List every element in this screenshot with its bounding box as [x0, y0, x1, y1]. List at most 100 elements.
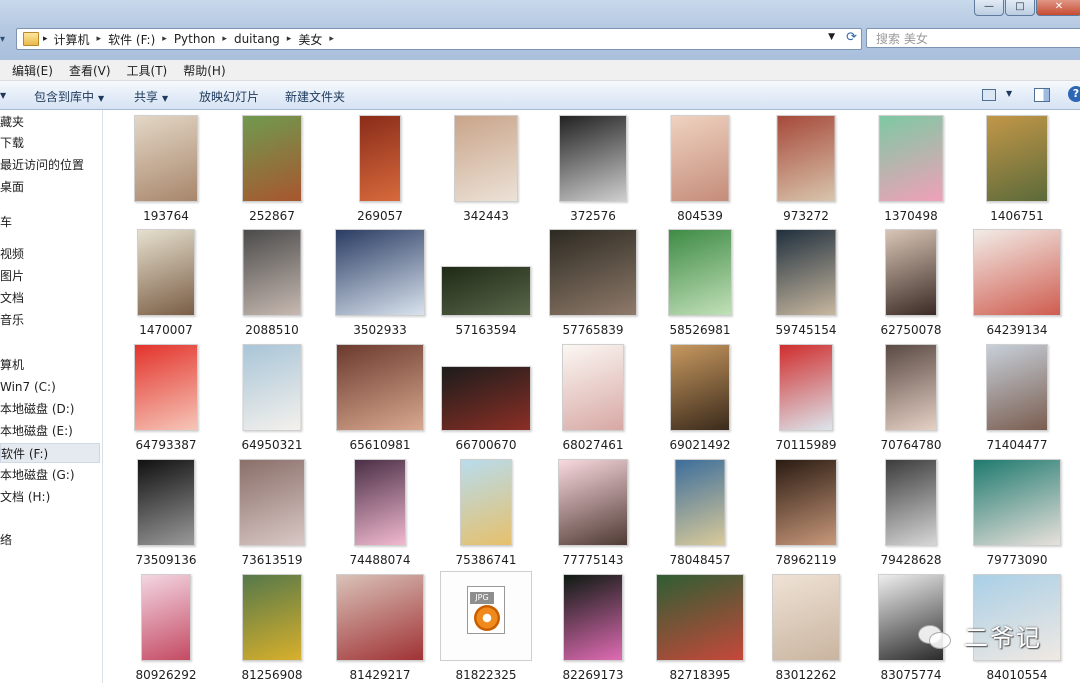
- file-item[interactable]: 269057: [327, 110, 433, 224]
- menu-edit[interactable]: 编辑(E): [12, 62, 53, 79]
- help-icon[interactable]: ?: [1068, 86, 1080, 102]
- file-item[interactable]: 73509136: [113, 454, 219, 568]
- change-view-icon[interactable]: [982, 89, 996, 101]
- file-item[interactable]: 62750078: [858, 224, 964, 338]
- breadcrumb-item[interactable]: duitang ▸: [234, 31, 298, 48]
- file-item[interactable]: 2088510: [219, 224, 325, 338]
- chevron-right-icon[interactable]: ▸: [287, 34, 292, 44]
- file-item[interactable]: 804539: [647, 110, 753, 224]
- minimize-button[interactable]: —: [974, 0, 1004, 16]
- share-button[interactable]: 共享 ▼: [134, 88, 168, 105]
- file-item[interactable]: 342443: [433, 110, 539, 224]
- file-item[interactable]: 79773090: [964, 454, 1070, 568]
- file-item[interactable]: 1406751: [964, 110, 1070, 224]
- nav-item[interactable]: 本地磁盘 (E:): [0, 421, 100, 441]
- menu-view[interactable]: 查看(V): [69, 62, 111, 79]
- nav-item[interactable]: 本地磁盘 (G:): [0, 465, 100, 485]
- breadcrumb-item[interactable]: 软件 (F:) ▸: [108, 31, 174, 48]
- menu-help[interactable]: 帮助(H): [183, 62, 225, 79]
- image-thumbnail: [775, 229, 837, 316]
- nav-item[interactable]: 视频: [0, 244, 100, 264]
- chevron-right-icon[interactable]: ▸: [329, 34, 334, 44]
- nav-item[interactable]: 络: [0, 530, 100, 550]
- file-item[interactable]: 83012262: [753, 569, 859, 683]
- file-item[interactable]: 252867: [219, 110, 325, 224]
- breadcrumb-item[interactable]: 计算机 ▸: [54, 31, 109, 48]
- nav-item[interactable]: 桌面: [0, 177, 100, 197]
- file-name: 81256908: [241, 668, 303, 682]
- file-item[interactable]: 69021492: [647, 339, 753, 453]
- file-name: 64793387: [135, 438, 197, 452]
- file-item[interactable]: 57765839: [540, 224, 646, 338]
- refresh-icon[interactable]: ⟳: [846, 30, 857, 45]
- chevron-right-icon[interactable]: ▸: [162, 34, 167, 44]
- chevron-right-icon[interactable]: ▸: [97, 34, 102, 44]
- file-item[interactable]: JPG 81822325: [433, 569, 539, 683]
- breadcrumb-item[interactable]: Python ▸: [174, 31, 234, 48]
- nav-item[interactable]: 下载: [0, 133, 100, 153]
- nav-item[interactable]: 最近访问的位置: [0, 155, 100, 175]
- file-item[interactable]: 81429217: [327, 569, 433, 683]
- menu-tools[interactable]: 工具(T): [127, 62, 168, 79]
- image-thumbnail: [242, 574, 302, 661]
- file-item[interactable]: 64950321: [219, 339, 325, 453]
- file-item[interactable]: 80926292: [113, 569, 219, 683]
- breadcrumb-item[interactable]: 美女 ▸: [298, 31, 341, 48]
- nav-item[interactable]: 藏夹: [0, 112, 100, 132]
- file-item[interactable]: 82269173: [540, 569, 646, 683]
- close-button[interactable]: ✕: [1036, 0, 1080, 16]
- file-item[interactable]: 79428628: [858, 454, 964, 568]
- nav-item[interactable]: 文档 (H:): [0, 487, 100, 507]
- new-folder-button[interactable]: 新建文件夹: [285, 88, 345, 105]
- maximize-button[interactable]: □: [1005, 0, 1035, 16]
- file-item[interactable]: 78962119: [753, 454, 859, 568]
- file-item[interactable]: 78048457: [647, 454, 753, 568]
- file-item[interactable]: 81256908: [219, 569, 325, 683]
- slideshow-button[interactable]: 放映幻灯片: [199, 88, 259, 105]
- file-item[interactable]: 71404477: [964, 339, 1070, 453]
- nav-item[interactable]: Win7 (C:): [0, 377, 100, 397]
- image-thumbnail: [656, 574, 744, 661]
- nav-item[interactable]: 软件 (F:): [0, 443, 100, 463]
- menu-bar: 编辑(E) 查看(V) 工具(T) 帮助(H): [0, 60, 1080, 81]
- file-item[interactable]: 372576: [540, 110, 646, 224]
- file-item[interactable]: 57163594: [433, 224, 539, 338]
- file-item[interactable]: 64793387: [113, 339, 219, 453]
- file-item[interactable]: 66700670: [433, 339, 539, 453]
- file-name: 73613519: [241, 553, 303, 567]
- nav-item[interactable]: 文档: [0, 288, 100, 308]
- file-item[interactable]: 1370498: [858, 110, 964, 224]
- file-item[interactable]: 1470007: [113, 224, 219, 338]
- file-item[interactable]: 193764: [113, 110, 219, 224]
- file-item[interactable]: 70115989: [753, 339, 859, 453]
- file-name: 64950321: [241, 438, 303, 452]
- file-item[interactable]: 74488074: [327, 454, 433, 568]
- file-item[interactable]: 65610981: [327, 339, 433, 453]
- file-item[interactable]: 73613519: [219, 454, 325, 568]
- view-dropdown-icon[interactable]: ▼: [1006, 89, 1012, 98]
- file-item[interactable]: 973272: [753, 110, 859, 224]
- file-item[interactable]: 59745154: [753, 224, 859, 338]
- address-bar[interactable]: ▸ 计算机 ▸ 软件 (F:) ▸ Python ▸ duitang ▸ 美女 ▸ ▼ ⟳: [16, 28, 862, 50]
- address-dropdown-icon[interactable]: ▼: [828, 32, 835, 42]
- nav-item[interactable]: 本地磁盘 (D:): [0, 399, 100, 419]
- search-input[interactable]: 搜索 美女: [866, 28, 1080, 48]
- preview-pane-icon[interactable]: [1034, 88, 1050, 102]
- file-item[interactable]: 70764780: [858, 339, 964, 453]
- file-item[interactable]: 77775143: [540, 454, 646, 568]
- file-item[interactable]: 58526981: [647, 224, 753, 338]
- nav-item[interactable]: 音乐: [0, 310, 100, 330]
- file-item[interactable]: 75386741: [433, 454, 539, 568]
- file-item[interactable]: 3502933: [327, 224, 433, 338]
- image-thumbnail: [885, 229, 937, 316]
- chevron-right-icon[interactable]: ▸: [222, 34, 227, 44]
- nav-item[interactable]: 图片: [0, 266, 100, 286]
- file-item[interactable]: 64239134: [964, 224, 1070, 338]
- recent-pages-chevron-icon[interactable]: ▾: [0, 30, 14, 48]
- organize-dropdown-icon[interactable]: ▼: [0, 91, 6, 100]
- nav-item[interactable]: 车: [0, 212, 100, 232]
- include-in-library-button[interactable]: 包含到库中 ▼: [34, 88, 104, 105]
- file-item[interactable]: 82718395: [647, 569, 753, 683]
- file-item[interactable]: 68027461: [540, 339, 646, 453]
- nav-item[interactable]: 算机: [0, 355, 100, 375]
